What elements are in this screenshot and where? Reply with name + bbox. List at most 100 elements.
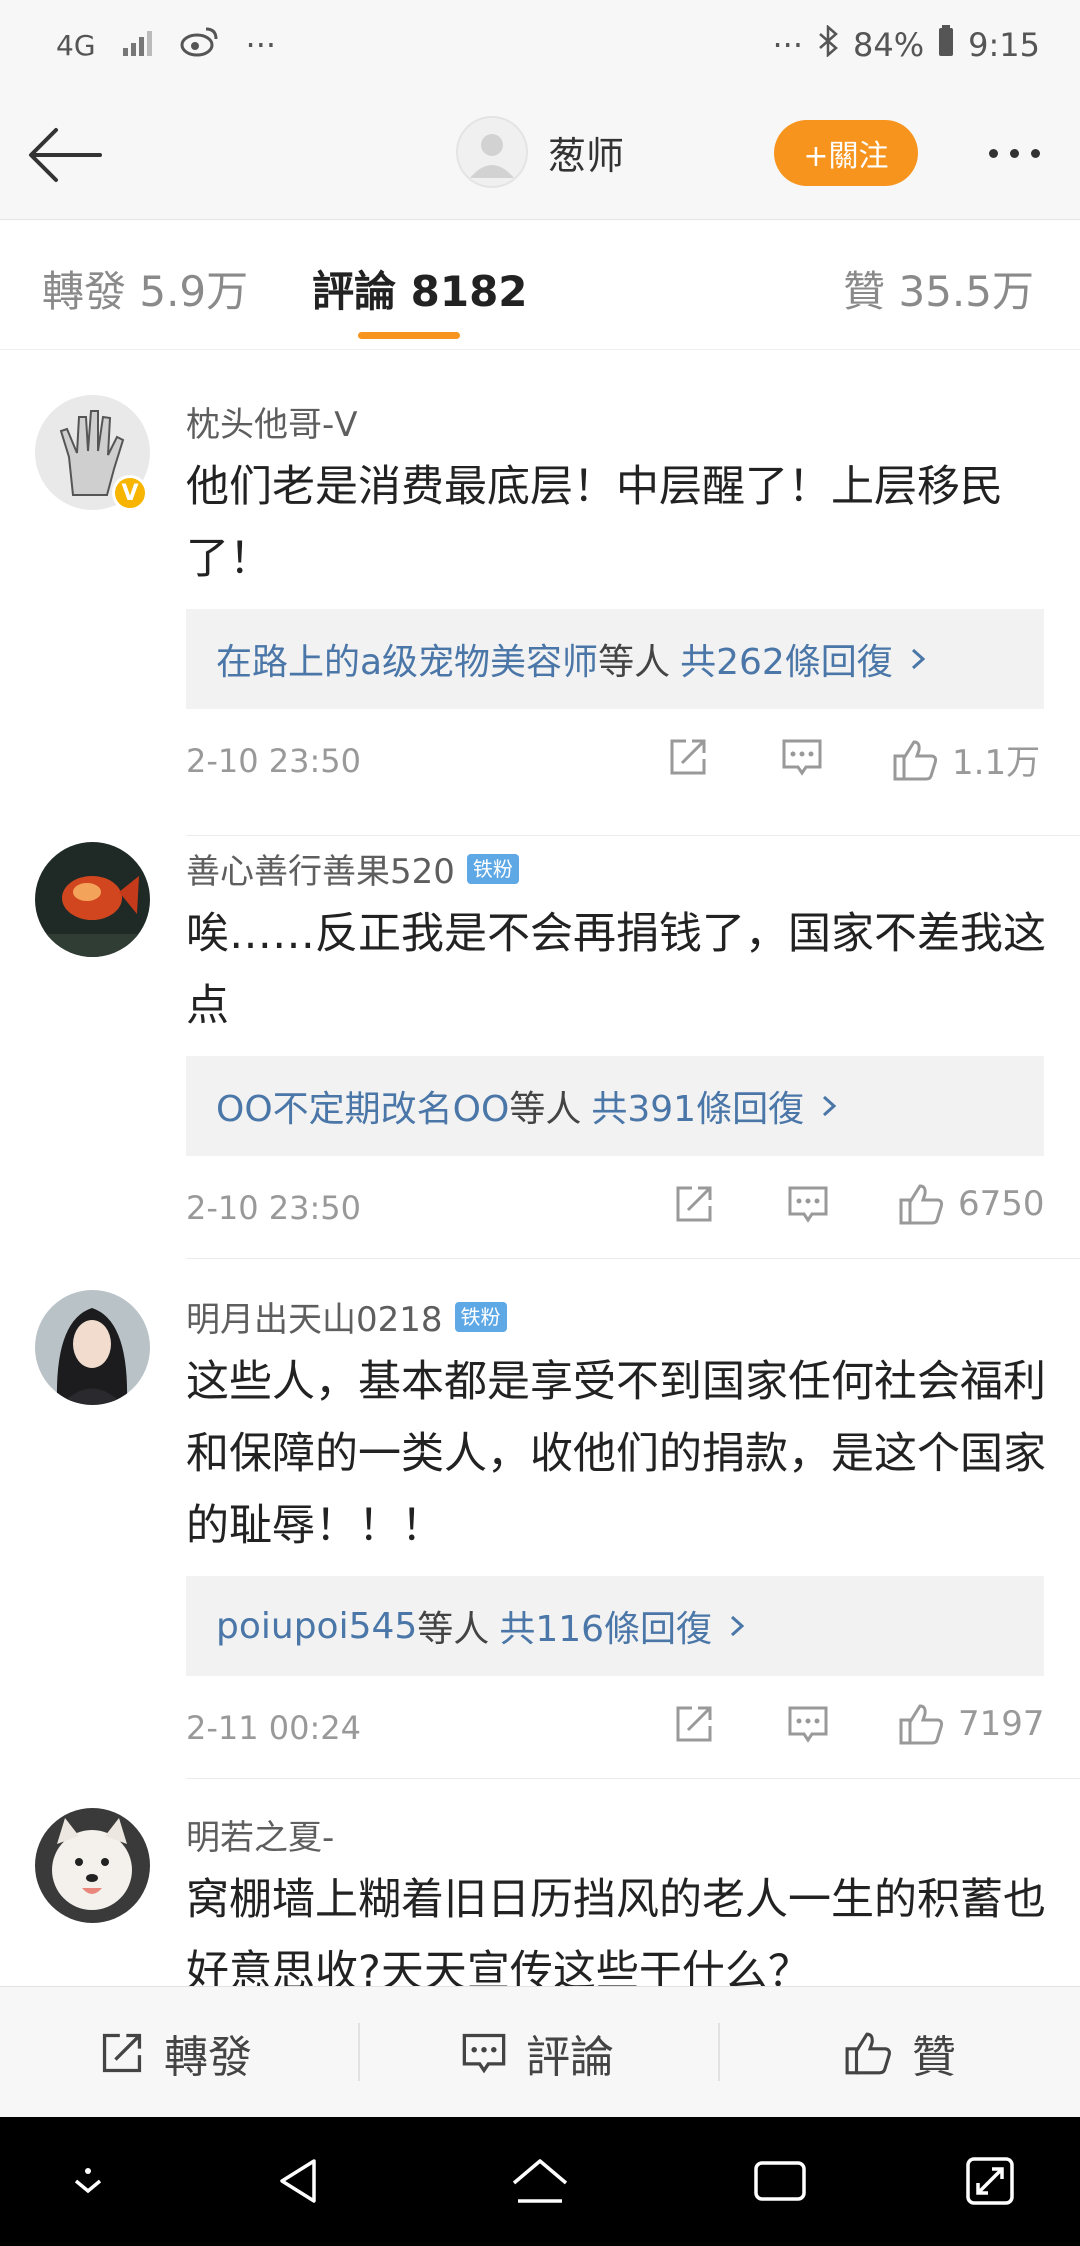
comment-text: 他们老是消费最底层！中层醒了！上层移民了！ [186, 462, 1003, 584]
chevron-right-icon [823, 1095, 837, 1117]
reply-users[interactable]: OO不定期改名OO [216, 1080, 509, 1132]
username-text: 明月出天山0218 [186, 1300, 443, 1340]
back-triangle-icon[interactable] [268, 2149, 332, 2213]
like-count: 7197 [958, 1704, 1045, 1744]
repost-button[interactable]: 轉發 [98, 1987, 252, 2118]
like-count: 1.1万 [952, 743, 1041, 783]
share-icon [670, 739, 706, 775]
nav-username: 葱师 [548, 133, 625, 178]
reply-users[interactable]: poiupoi545 [216, 1606, 417, 1647]
nav-bar: 葱师 +關注 [0, 90, 1080, 220]
share-icon [676, 1706, 712, 1742]
comment-text: 这些人，基本都是享受不到国家任何社会福利和保障的一类人，收他们的捐款，是这个国家… [186, 1357, 1046, 1551]
status-bar: 4G ··· ··· 84% 9:15 [0, 0, 1080, 90]
reply-count[interactable]: 共391條回復 [591, 1080, 804, 1132]
like-label: 贊 [912, 2031, 956, 2083]
separator [718, 2023, 720, 2081]
reply-summary[interactable]: 在路上的a级宠物美容师 等人 共262條回復 [186, 609, 1044, 709]
comment-button[interactable] [780, 735, 824, 779]
like-count: 6750 [958, 1184, 1045, 1224]
recent-apps-icon[interactable] [748, 2149, 812, 2213]
status-left: 4G ··· [56, 25, 276, 65]
divider [186, 1258, 1080, 1259]
reply-summary[interactable]: OO不定期改名OO 等人 共391條回復 [186, 1056, 1044, 1156]
share-button[interactable] [672, 1702, 716, 1746]
comment-icon [462, 2033, 506, 2073]
avatar [456, 116, 528, 188]
like-button[interactable]: 6750 [898, 1182, 1045, 1226]
thumbs-up-icon [899, 1184, 944, 1225]
home-icon[interactable] [508, 2149, 572, 2213]
battery-level: 84% [853, 26, 925, 64]
tab-likes[interactable]: 贊 35.5万 [843, 258, 1034, 319]
comment-text: 唉……反正我是不会再捐钱了，国家不差我这点 [186, 909, 1046, 1031]
comment-icon [782, 739, 822, 776]
battery-icon [938, 25, 954, 65]
expand-icon[interactable] [958, 2149, 1022, 2213]
username-text: 明若之夏- [186, 1818, 335, 1858]
comment-label: 評論 [526, 2031, 614, 2083]
comment-username[interactable]: 明若之夏- [186, 1810, 334, 1859]
avatar[interactable] [35, 1290, 150, 1405]
comment-time: 2-10 23:50 [186, 742, 362, 780]
signal-icon [122, 26, 154, 64]
comment-time: 2-10 23:50 [186, 1189, 362, 1227]
chevron-right-icon [911, 648, 926, 670]
nav-user[interactable]: 葱师 [456, 116, 624, 188]
like-button[interactable]: 1.1万 [892, 735, 1040, 784]
tab-bar: 轉發 5.9万 評論 8182 贊 35.5万 [0, 220, 1080, 350]
network-type: 4G [56, 28, 96, 62]
comment-action-button[interactable]: 評論 [460, 1987, 614, 2118]
reply-users[interactable]: 在路上的a级宠物美容师 [216, 633, 598, 685]
chevron-down-icon[interactable] [56, 2149, 120, 2213]
reply-mid: 等人 [598, 642, 671, 683]
system-nav-bar [0, 2117, 1080, 2246]
username-text: 善心善行善果520 [186, 852, 455, 892]
arrow-left-icon [29, 128, 102, 182]
follow-button[interactable]: +關注 [774, 120, 918, 186]
comment-button[interactable] [786, 1702, 830, 1746]
comment-button[interactable] [786, 1182, 830, 1226]
share-icon [102, 2033, 142, 2072]
status-more-dots-right: ··· [772, 26, 804, 64]
comment-username[interactable]: 枕头他哥-V [186, 397, 358, 446]
comment-username[interactable]: 明月出天山0218 铁粉 [186, 1292, 507, 1341]
comment-icon [788, 1186, 828, 1223]
chevron-right-icon [731, 1615, 745, 1637]
active-tab-indicator [358, 332, 460, 339]
username-text: 枕头他哥-V [186, 405, 358, 445]
share-button[interactable] [666, 735, 710, 779]
comment-time: 2-11 00:24 [186, 1709, 362, 1747]
clock: 9:15 [968, 26, 1040, 64]
reply-summary[interactable]: poiupoi545 等人 共116條回復 [186, 1576, 1044, 1676]
thumbs-up-icon [899, 1704, 944, 1745]
thumbs-up-icon [845, 2032, 891, 2074]
weibo-icon [180, 25, 220, 65]
tab-repost[interactable]: 轉發 5.9万 [42, 258, 248, 319]
like-button[interactable]: 7197 [898, 1702, 1045, 1746]
avatar[interactable] [35, 1808, 150, 1923]
reply-mid: 等人 [417, 1609, 490, 1650]
back-button[interactable] [26, 120, 106, 190]
repost-label: 轉發 [164, 2031, 252, 2083]
thumbs-up-icon [893, 739, 938, 780]
share-icon [676, 1186, 712, 1222]
divider [186, 1778, 1080, 1779]
like-action-button[interactable]: 贊 [844, 1987, 956, 2118]
default-avatar-icon [470, 134, 514, 178]
reply-count[interactable]: 共116條回復 [499, 1600, 712, 1652]
more-dots-icon[interactable] [978, 120, 1050, 186]
share-button[interactable] [672, 1182, 716, 1226]
bluetooth-icon [817, 24, 839, 65]
avatar[interactable] [35, 842, 150, 957]
reply-count[interactable]: 共262條回復 [680, 633, 893, 685]
status-more-dots: ··· [245, 26, 277, 64]
tab-comments[interactable]: 評論 8182 [312, 258, 528, 319]
comment-icon [788, 1706, 828, 1743]
separator [358, 2023, 360, 2081]
status-right: ··· 84% 9:15 [772, 24, 1040, 65]
comment-username[interactable]: 善心善行善果520 铁粉 [186, 844, 519, 893]
reply-mid: 等人 [509, 1089, 582, 1130]
verified-v-icon: V [112, 475, 148, 511]
fan-badge: 铁粉 [466, 853, 519, 884]
